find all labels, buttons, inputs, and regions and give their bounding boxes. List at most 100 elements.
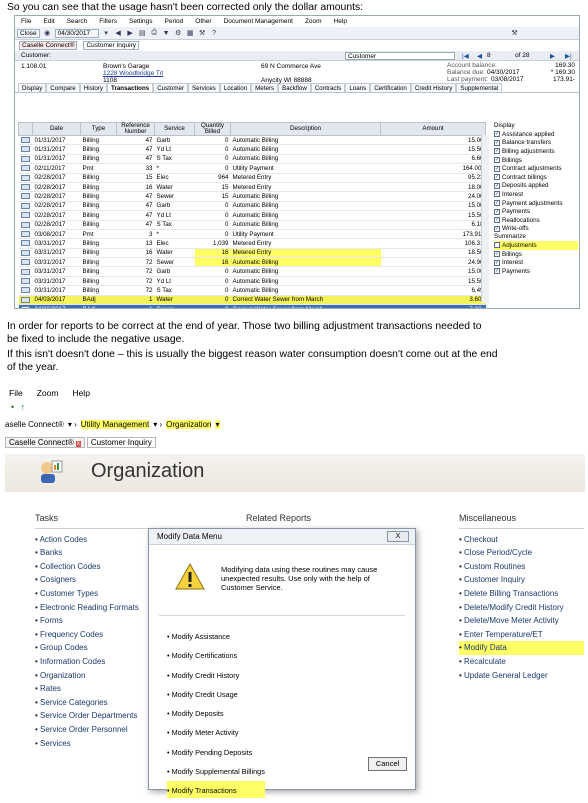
tab-contracts[interactable]: Contracts (310, 83, 346, 92)
wrench-icon[interactable]: ⚒ (510, 29, 519, 38)
table-row[interactable]: 02/28/2017 Billing 16 Water 15 Metered Entry 1… (18, 182, 486, 193)
binoculars-icon[interactable]: ◉ (43, 29, 52, 38)
display-checkbox-payment-adjustments[interactable]: ✓ Payment adjustments (494, 199, 578, 208)
menu-search[interactable]: Search (67, 18, 88, 25)
table-row[interactable]: 02/28/2017 Billing 47 Yd Lt 0 Automatic Billi… (18, 210, 486, 221)
checkbox-icon[interactable]: ✓ (494, 157, 500, 164)
misc-link-recalculate[interactable]: Recalculate (459, 655, 584, 669)
display-checkbox-payments[interactable]: ✓ Payments (494, 207, 578, 216)
row-icon[interactable] (18, 154, 33, 165)
display-checkbox-contract-adjustments[interactable]: ✓ Contract adjustments (494, 164, 578, 173)
close-button[interactable]: Close (17, 28, 40, 38)
table-row[interactable]: 02/28/2017 Billing 47 Garb 0 Automatic Billin… (18, 201, 486, 212)
record-icon[interactable] (20, 306, 30, 308)
table-row[interactable]: 03/31/2017 Billing 16 Water 16 Metered Entry 1… (18, 248, 486, 259)
checkbox-icon[interactable]: ✓ (494, 217, 500, 224)
tab-meters[interactable]: Meters (251, 83, 279, 92)
row-icon[interactable] (18, 144, 33, 155)
summarize-checkbox-billings[interactable]: ✓ Billings (494, 250, 578, 259)
dialog-item-modify-certifications[interactable]: Modify Certifications (167, 646, 265, 665)
row-icon[interactable] (18, 163, 33, 174)
col-type[interactable]: Type (80, 122, 117, 136)
row-icon[interactable] (18, 238, 33, 249)
checkbox-icon[interactable]: ✓ (494, 225, 500, 232)
display-checkbox-balance-transfers[interactable]: ✓ Balance transfers (494, 139, 578, 148)
back-icon[interactable]: • (11, 402, 14, 412)
table-row[interactable]: 02/28/2017 Billing 47 S Tax 0 Automatic Billi… (18, 220, 486, 230)
misc-link-custom-routines[interactable]: Custom Routines (459, 560, 584, 574)
record-icon[interactable] (20, 184, 30, 190)
tab-supplemental[interactable]: Supplemental (456, 83, 503, 92)
record-icon[interactable] (20, 287, 30, 294)
up-arrow-icon[interactable]: ↑ (21, 402, 26, 412)
row-icon[interactable] (18, 295, 33, 306)
print-icon[interactable]: ⎙ (150, 29, 159, 38)
menu-document-management[interactable]: Document Management (224, 18, 293, 25)
filter-icon[interactable]: ▼ (162, 29, 171, 38)
checkbox-icon[interactable]: ✓ (494, 200, 500, 207)
display-checkbox-billing-adjustments[interactable]: ✓ Billing adjustments (494, 147, 578, 156)
checkbox-icon[interactable]: ✓ (494, 131, 500, 138)
row-icon[interactable] (18, 173, 33, 183)
record-icon[interactable] (20, 174, 30, 181)
display-checkbox-contract-billings[interactable]: ✓ Contract billings (494, 173, 578, 182)
record-icon[interactable] (20, 240, 30, 247)
record-icon[interactable] (20, 249, 30, 256)
record-icon[interactable] (20, 259, 30, 266)
row-icon[interactable] (18, 135, 33, 146)
menu-other[interactable]: Other (195, 18, 211, 25)
checkbox-icon[interactable]: ✓ (494, 165, 500, 172)
checkbox-icon[interactable]: ✓ (494, 174, 500, 181)
record-icon[interactable] (20, 137, 30, 144)
misc-link-enter-temperature-et[interactable]: Enter Temperature/ET (459, 628, 584, 642)
record-icon[interactable] (20, 155, 30, 162)
dialog-item-modify-deposits[interactable]: Modify Deposits (167, 704, 265, 723)
customer-dropdown[interactable]: Customer (345, 51, 455, 60)
prev-record-icon[interactable]: ◀ (477, 52, 482, 60)
record-icon[interactable] (20, 221, 30, 228)
record-icon[interactable] (20, 202, 30, 209)
chart-icon[interactable]: ▦ (186, 29, 195, 38)
row-icon[interactable] (18, 266, 33, 277)
menu-zoom[interactable]: Zoom (305, 18, 322, 25)
dialog-item-modify-meter-activity[interactable]: Modify Meter Activity (167, 723, 265, 742)
misc-link-close-period-cycle[interactable]: Close Period/Cycle (459, 546, 584, 560)
misc-link-modify-data[interactable]: Modify Data (459, 641, 584, 655)
table-row[interactable]: 04/03/2017BAdj1Sewer0Correct Water Sewer… (18, 304, 486, 308)
crumb-organization[interactable]: Organization (166, 420, 212, 429)
close-icon[interactable]: x (75, 441, 81, 447)
table-row[interactable]: 01/31/2017 Billing 47 Yd Lt 0 Automatic Billi… (18, 144, 486, 155)
display-checkbox-interest[interactable]: ✓ Interest (494, 190, 578, 199)
tab-compare[interactable]: Compare (46, 83, 80, 92)
misc-link-update-general-ledger[interactable]: Update General Ledger (459, 669, 584, 683)
tab-display[interactable]: Display (18, 83, 47, 92)
first-record-icon[interactable]: |◀ (462, 52, 469, 60)
cancel-button[interactable]: Cancel (368, 757, 407, 771)
document-icon[interactable]: ▤ (138, 29, 147, 38)
record-icon[interactable] (20, 277, 30, 284)
record-icon[interactable] (20, 230, 30, 237)
checkbox-icon[interactable]: ✓ (494, 148, 500, 155)
crumb-utility[interactable]: Utility Management (80, 420, 150, 429)
chevron-down-icon[interactable]: ▾ (102, 29, 111, 38)
record-icon[interactable] (20, 296, 30, 303)
display-checkbox-assistance-applied[interactable]: ✓ Assistance applied (494, 130, 578, 139)
row-icon[interactable] (18, 285, 33, 296)
table-row[interactable]: 03/08/2017 Pmt 3 * 0 Utility Payment 173.91- (18, 229, 486, 240)
table-row[interactable]: 03/31/2017 Billing 72 Garb 0 Automatic Billin… (18, 266, 486, 277)
menu-file[interactable]: File (9, 388, 23, 398)
dialog-item-modify-assistance[interactable]: Modify Assistance (167, 627, 265, 646)
menu-edit[interactable]: Edit (43, 18, 54, 25)
record-icon[interactable] (20, 193, 30, 200)
row-icon[interactable] (18, 201, 33, 212)
next-record-icon[interactable]: ▶ (550, 52, 555, 60)
dialog-item-modify-credit-history[interactable]: Modify Credit History (167, 666, 265, 685)
col-description[interactable]: Description (230, 122, 381, 136)
tab-transactions[interactable]: Transactions (107, 83, 154, 92)
tab-caselle-connect[interactable]: Caselle Connect® x (5, 437, 85, 448)
dialog-item-modify-transactions[interactable]: Modify Transactions (167, 781, 265, 798)
display-checkbox-billings[interactable]: ✓ Billings (494, 156, 578, 165)
table-row[interactable]: 02/28/2017 Billing 15 Elec 964 Metered Entry 9… (18, 173, 486, 183)
row-icon[interactable] (18, 220, 33, 230)
row-icon[interactable] (18, 210, 33, 221)
